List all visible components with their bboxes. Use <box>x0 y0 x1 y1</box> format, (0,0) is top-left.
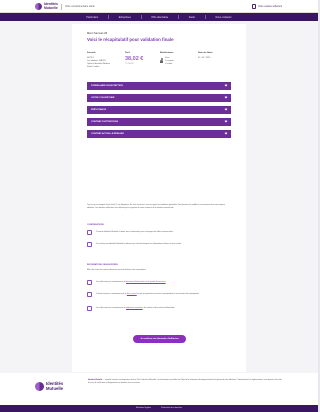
beneficiaries-header: Bénéficiaires <box>160 52 174 54</box>
fiche-conseil-link[interactable]: fiche conseil <box>127 293 137 295</box>
chevron-down-icon <box>224 131 228 135</box>
greeting: Merci Samuel effi <box>87 32 107 35</box>
accordion-resilier[interactable]: CONTRAT ACTUEL À RÉSILIER <box>87 130 231 138</box>
brand-tagline: Votre complémentaire santé <box>64 5 95 8</box>
logo-mark-icon <box>35 3 42 10</box>
footer-legal-text: Identités Mutuelle — mutuelle soumise au… <box>88 379 282 384</box>
accordion-couverture[interactable]: VOTRE COUVERTURE <box>87 94 231 102</box>
document-link[interactable]: document d'information sur le produit d'… <box>126 281 166 283</box>
price-column: Tarif 38,02 € TTC/MOIS <box>125 52 143 65</box>
chevron-down-icon <box>224 95 228 99</box>
nav-item-contact[interactable]: Nous contacter <box>212 16 236 19</box>
phone-icon[interactable] <box>252 4 256 9</box>
bottom-bar: Mentions légales Protection des données <box>0 405 318 412</box>
section-confirmations-heading: CONFIRMATIONS <box>87 224 104 226</box>
beneficiaries-column: Bénéficiaires Vous 1 conjoint 1 enfant <box>160 52 190 66</box>
checkbox-label: Je souhaite que Identités Mutuelle m'adr… <box>96 242 182 245</box>
logo-mark-icon <box>35 382 44 391</box>
legal-link[interactable]: Mentions légales <box>136 407 151 410</box>
chevron-down-icon <box>224 83 228 87</box>
section-mandatory-heading: INFORMATIONS OBLIGATOIRES <box>87 264 118 266</box>
page-title: Voici le récapitulatif pour validation f… <box>87 37 174 42</box>
reglement-link[interactable]: règlement mutualiste <box>126 307 143 309</box>
nav-divider <box>178 15 179 19</box>
checkbox-label: Je certifie avoir pris connaissance du d… <box>96 280 167 283</box>
summary-table: Formule NOTE 1 Les Identités CAPPS Optio… <box>87 52 231 76</box>
chevron-down-icon <box>224 107 228 111</box>
nav-item-entreprises[interactable]: Entreprises <box>115 16 135 19</box>
accordion-attentions[interactable]: CONTRAT D'ATTENTIONS <box>87 118 231 126</box>
logo-divider <box>60 3 62 10</box>
date-header: Date de début <box>198 52 213 54</box>
mandatory-checkbox[interactable] <box>87 292 92 297</box>
logo-line2: Mutuelle <box>44 5 58 10</box>
accordion-label: VOTRE COUVERTURE <box>91 96 115 99</box>
start-date: 01 / 01 / 2020 <box>198 57 211 60</box>
mandatory-checkbox[interactable] <box>87 280 92 285</box>
main-nav: Particuliers Entreprises Offre alternati… <box>0 13 318 21</box>
accordion-prevoyance[interactable]: PRÉVOYANCE <box>87 106 231 114</box>
consent-checkbox[interactable] <box>87 230 92 235</box>
accordion-label: FORMULAIRE SOUSCRIPTION <box>91 84 123 87</box>
accordion-label: CONTRAT ACTUEL À RÉSILIER <box>91 132 124 135</box>
checkbox-label: J'autorise Identités Mutuelle à utiliser… <box>96 230 174 233</box>
brand-logo[interactable]: Identités Mutuelle Votre complémentaire … <box>35 2 95 10</box>
checkbox-label: J'atteste avoir pris connaissance de la … <box>96 292 200 295</box>
checkbox-label: Je certifie avoir pris connaissance du r… <box>96 306 176 309</box>
accordion-list: FORMULAIRE SOUSCRIPTION VOTRE COUVERTURE… <box>87 82 231 142</box>
footer: Identités Mutuelle Identités Mutuelle — … <box>0 373 318 405</box>
price-unit: TTC/MOIS <box>125 62 134 65</box>
top-header: Identités Mutuelle Votre complémentaire … <box>0 0 318 13</box>
recap-card: Merci Samuel effi Voici le récapitulatif… <box>72 24 246 372</box>
nav-item-offre[interactable]: Offre alternative <box>147 16 172 19</box>
nav-divider <box>205 15 206 19</box>
price-header: Tarif <box>125 52 130 54</box>
user-space-link[interactable]: Votre espace adhérent <box>258 5 282 8</box>
accordion-label: PRÉVOYANCE <box>91 108 107 111</box>
legal-notice: Tout ce qui est marqué d'une étoile (*) … <box>87 204 225 209</box>
price-value: 38,02 € <box>125 56 144 63</box>
formula-header: Formule <box>87 52 96 54</box>
mandatory-checkbox[interactable] <box>87 306 92 311</box>
person-icon <box>160 57 163 63</box>
page: Identités Mutuelle Votre complémentaire … <box>0 0 318 412</box>
beneficiary: 1 enfant <box>165 63 173 66</box>
footer-logo[interactable]: Identités Mutuelle <box>35 382 63 391</box>
formula-column: Formule NOTE 1 Les Identités CAPPS Optio… <box>87 52 110 69</box>
accordion-label: CONTRAT D'ATTENTIONS <box>91 120 119 123</box>
nav-item-sante[interactable]: Santé <box>185 16 199 19</box>
privacy-link[interactable]: Protection des données <box>161 407 182 410</box>
confirm-button[interactable]: Je confirme ma demande d'adhésion <box>133 335 186 343</box>
chevron-down-icon <box>224 119 228 123</box>
date-column: Date de début 01 / 01 / 2020 <box>198 52 212 60</box>
consent-checkbox[interactable] <box>87 242 92 247</box>
logo-line2: Mutuelle <box>46 385 63 391</box>
formula-line: Santé Confort <box>87 65 100 68</box>
nav-divider <box>108 15 109 19</box>
accordion-souscription[interactable]: FORMULAIRE SOUSCRIPTION <box>87 82 231 90</box>
section-intro: Merci de cocher les cases ci-dessous ava… <box>87 269 147 271</box>
nav-item-particuliers[interactable]: Particuliers <box>82 16 102 19</box>
nav-divider <box>140 15 142 19</box>
